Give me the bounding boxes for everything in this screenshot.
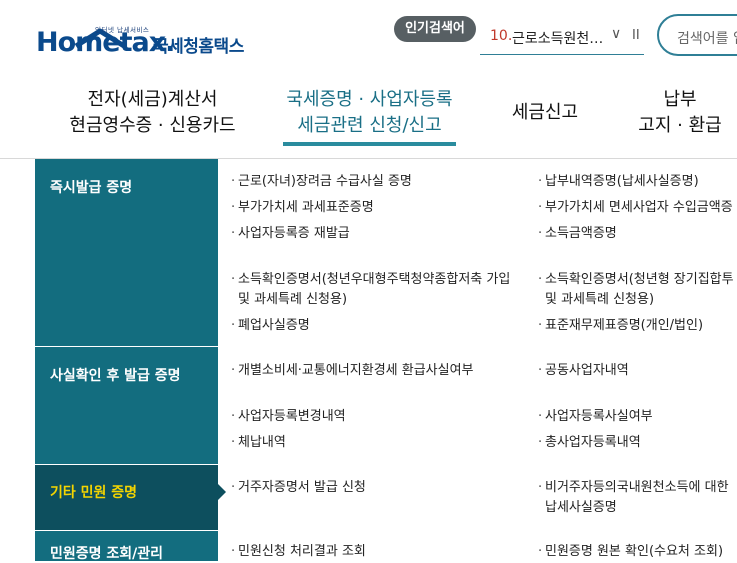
link-nonresident-tax-payment[interactable]: 비거주자등의국내원천소득에 대한 납세사실증명 [538,478,729,518]
link-vat-exempt-income-cert[interactable]: 부가가치세 면세사업자 수입금액증 [538,198,733,218]
nav-label: 납부 [663,89,697,110]
popular-search-badge: 인기검색어 [394,16,476,42]
category-label: 사실확인 후 발급 증명 [50,368,181,384]
nav-label: 국세증명 · 사업자등록 [286,89,453,110]
link-label: 소득확인증명서(청년우대형주택청약종합저축 가입 [238,272,511,287]
link-civil-request-status[interactable]: 민원신청 처리결과 조회 [231,542,366,562]
link-business-reg-changes[interactable]: 사업자등록변경내역 [231,407,346,427]
category-label: 민원증명 조회/관리 [50,546,164,562]
nav-certificates[interactable]: 국세증명 · 사업자등록 세금관련 신청/신고 [278,87,461,139]
link-payment-history-cert[interactable]: 납부내역증명(납세사실증명) [538,172,699,192]
nav-label: 고지 · 환급 [638,115,722,136]
pause-icon[interactable]: II [632,28,640,43]
link-label: 및 과세특례 신청용) [238,292,348,307]
category-label: 기타 민원 증명 [50,485,138,501]
popular-rank: 10. [490,28,513,44]
search-placeholder: 검색어를 입 [677,31,737,47]
link-standard-financial-statement[interactable]: 표준재무제표증명(개인/법인) [538,316,703,336]
chevron-down-icon[interactable]: ∨ [611,26,621,42]
link-closure-cert[interactable]: 폐업사실증명 [231,316,310,336]
link-original-cert-verify[interactable]: 민원증명 원본 확인(수요처 조회) [538,542,723,562]
link-income-amount-cert[interactable]: 소득금액증명 [538,224,617,244]
link-label: 납세사실증명 [545,500,617,515]
link-excise-refund-check[interactable]: 개별소비세·교통에너지환경세 환급사실여부 [231,361,474,381]
logo-korean-name: 국세청홈택스 [153,37,244,57]
popular-term[interactable]: 근로소득원천징수 [512,28,604,48]
link-vat-tax-base-cert[interactable]: 부가가치세 과세표준증명 [231,198,374,218]
link-income-confirm-youth-housing[interactable]: 소득확인증명서(청년우대형주택청약종합저축 가입 및 과세특례 신청용) [231,270,511,310]
link-business-reg-reissue[interactable]: 사업자등록증 재발급 [231,224,350,244]
nav-tax-return[interactable]: 세금신고 [500,100,590,126]
search-input[interactable]: 검색어를 입 [657,14,737,56]
category-other-civil[interactable]: 기타 민원 증명 [35,465,218,530]
nav-label: 세금신고 [511,102,579,123]
link-income-confirm-youth-investment[interactable]: 소득확인증명서(청년형 장기집합투 및 과세특례 신청용) [538,270,734,310]
category-label: 즉시발급 증명 [50,180,133,196]
link-joint-business-history[interactable]: 공동사업자내역 [538,361,629,381]
nav-tax-invoice[interactable]: 전자(세금)계산서 현금영수증 · 신용카드 [56,87,249,139]
link-residency-cert-request[interactable]: 거주자증명서 발급 신청 [231,478,366,498]
category-instant-issuance[interactable]: 즉시발급 증명 [35,159,218,346]
nav-payment[interactable]: 납부 고지 · 환급 [630,87,730,139]
nav-label: 전자(세금)계산서 [87,89,218,110]
link-label: 비거주자등의국내원천소득에 대한 [545,480,729,495]
link-label: 소득확인증명서(청년형 장기집합투 [545,272,734,287]
link-business-reg-existence[interactable]: 사업자등록사실여부 [538,407,653,427]
nav-label: 현금영수증 · 신용카드 [69,115,236,136]
active-nav-underline [283,142,456,146]
nav-label: 세금관련 신청/신고 [297,115,442,136]
link-arrears[interactable]: 체납내역 [231,433,286,453]
link-label: 및 과세특례 신청용) [545,292,655,307]
active-category-arrow [218,484,226,500]
popular-search-ticker[interactable]: 10. 근로소득원천징수 ∨ II [480,22,644,55]
category-fact-check-issuance[interactable]: 사실확인 후 발급 증명 [35,347,218,464]
link-earned-income-credit-cert[interactable]: 근로(자녀)장려금 수급사실 증명 [231,172,412,192]
link-total-business-reg[interactable]: 총사업자등록내역 [538,433,641,453]
